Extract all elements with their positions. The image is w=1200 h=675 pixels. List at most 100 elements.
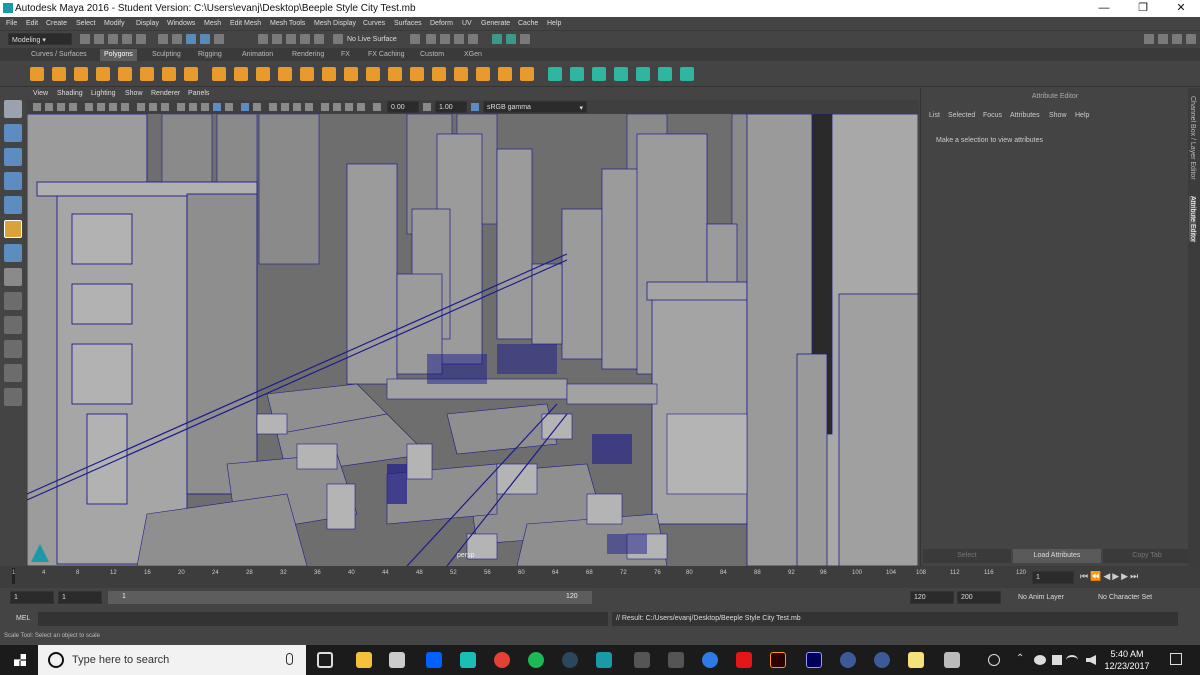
animation-end-field[interactable]: 200	[957, 591, 1001, 604]
hypershade-icon[interactable]	[492, 34, 502, 44]
playback-start-field[interactable]: 1	[58, 591, 102, 604]
maps-icon[interactable]	[702, 652, 718, 668]
panel-menu-view[interactable]: View	[33, 90, 48, 97]
channel-box-toggle-icon[interactable]	[1158, 34, 1168, 44]
panel-menu-lighting[interactable]: Lighting	[91, 90, 116, 97]
planar-uv-icon[interactable]	[548, 67, 562, 81]
shelf-tab-xgen[interactable]: XGen	[460, 49, 486, 61]
menu-mesh-display[interactable]: Mesh Display	[314, 20, 356, 27]
chrome-icon[interactable]	[494, 652, 510, 668]
combine-icon[interactable]	[212, 67, 226, 81]
poly-platonic-icon[interactable]	[184, 67, 198, 81]
onedrive-icon[interactable]	[1052, 655, 1062, 665]
minimize-button[interactable]: —	[1085, 0, 1123, 17]
camera-select-icon[interactable]	[33, 103, 41, 111]
maya-taskbar-icon[interactable]	[596, 652, 612, 668]
isolate-select-icon[interactable]	[321, 103, 329, 111]
target-weld-icon[interactable]	[432, 67, 446, 81]
time-slider[interactable]: 1 4 8 12 16 20 24 28 32 36 40 44 48 52 5…	[0, 566, 1200, 588]
cinema4d-icon[interactable]	[840, 652, 856, 668]
menu-deform[interactable]: Deform	[430, 20, 453, 27]
snap-curve-icon[interactable]	[258, 34, 268, 44]
exposure-field[interactable]: 0.00	[387, 101, 419, 113]
cut-uv-icon[interactable]	[680, 67, 694, 81]
scale-tool-icon[interactable]	[4, 220, 22, 238]
attribute-editor-tab[interactable]: Attribute Editor	[1189, 196, 1196, 243]
spherical-uv-icon[interactable]	[592, 67, 606, 81]
app-window-icon[interactable]	[944, 652, 960, 668]
ae-load-attributes-button[interactable]: Load Attributes	[1013, 549, 1101, 563]
camera-attributes-icon[interactable]	[45, 103, 53, 111]
panel-menu-show[interactable]: Show	[125, 90, 143, 97]
channel-box-tab[interactable]: Channel Box / Layer Editor	[1189, 96, 1196, 180]
construction-history-icon[interactable]	[410, 34, 420, 44]
panel-menu-shading[interactable]: Shading	[57, 90, 83, 97]
spotify-icon[interactable]	[528, 652, 544, 668]
ae-menu-list[interactable]: List	[929, 112, 940, 119]
menu-cache[interactable]: Cache	[518, 20, 538, 27]
exposure-icon[interactable]	[373, 103, 381, 111]
menu-curves[interactable]: Curves	[363, 20, 385, 27]
workspace-icon[interactable]	[1144, 34, 1154, 44]
current-frame-field[interactable]: 1	[1032, 571, 1074, 584]
gamma-field[interactable]: 1.00	[435, 101, 467, 113]
render-current-icon[interactable]	[440, 34, 450, 44]
wireframe-icon[interactable]	[177, 103, 185, 111]
lock-selection-icon[interactable]	[214, 34, 224, 44]
snap-view-icon[interactable]	[286, 34, 296, 44]
creative-cloud-icon[interactable]	[736, 652, 752, 668]
menu-create[interactable]: Create	[46, 20, 67, 27]
fill-hole-icon[interactable]	[454, 67, 468, 81]
menu-set-dropdown[interactable]: Modeling ▾	[8, 33, 72, 45]
shelf-tab-fx[interactable]: FX	[337, 49, 354, 61]
illustrator-icon[interactable]	[770, 652, 786, 668]
perspective-viewport[interactable]: persp	[27, 114, 918, 566]
menu-mesh-tools[interactable]: Mesh Tools	[270, 20, 305, 27]
panel-menu-renderer[interactable]: Renderer	[151, 90, 180, 97]
ae-select-button[interactable]: Select	[923, 549, 1011, 563]
playback-end-field[interactable]: 120	[910, 591, 954, 604]
smooth-icon[interactable]	[256, 67, 270, 81]
render-settings-icon[interactable]	[468, 34, 478, 44]
menu-file[interactable]: File	[6, 20, 17, 27]
select-hierarchy-icon[interactable]	[158, 34, 168, 44]
ae-menu-help[interactable]: Help	[1075, 112, 1089, 119]
motion-blur-icon[interactable]	[281, 103, 289, 111]
shelf-tab-sculpting[interactable]: Sculpting	[148, 49, 185, 61]
film-gate-icon[interactable]	[97, 103, 105, 111]
poly-torus-icon[interactable]	[118, 67, 132, 81]
task-view-icon[interactable]	[317, 652, 333, 668]
resolution-gate-icon[interactable]	[109, 103, 117, 111]
file-explorer-icon[interactable]	[356, 652, 372, 668]
menu-mesh[interactable]: Mesh	[204, 20, 221, 27]
magnet-icon[interactable]	[333, 34, 343, 44]
undo-icon[interactable]	[122, 34, 132, 44]
go-to-end-icon[interactable]: ⏭	[1130, 571, 1140, 581]
mirror-icon[interactable]	[300, 67, 314, 81]
cloud-icon[interactable]	[1034, 655, 1046, 665]
image-plane-icon[interactable]	[69, 103, 77, 111]
steam-icon[interactable]	[562, 652, 578, 668]
taskbar-search-box[interactable]: Type here to search	[38, 645, 306, 675]
menu-edit-mesh[interactable]: Edit Mesh	[230, 20, 261, 27]
bridge-icon[interactable]	[344, 67, 358, 81]
persp-graph-layout-icon[interactable]	[4, 340, 22, 358]
command-input[interactable]	[38, 612, 608, 626]
dropbox-icon[interactable]	[426, 652, 442, 668]
rotate-tool-icon[interactable]	[4, 196, 22, 214]
textured-icon[interactable]	[225, 103, 233, 111]
shelf-tab-rendering[interactable]: Rendering	[288, 49, 328, 61]
go-to-start-icon[interactable]: ⏮	[1080, 571, 1090, 581]
shelf-tab-animation[interactable]: Animation	[238, 49, 277, 61]
shelf-tab-rigging[interactable]: Rigging	[194, 49, 226, 61]
anti-aliasing-icon[interactable]	[293, 103, 301, 111]
use-all-lights-icon[interactable]	[241, 103, 249, 111]
poly-plane-icon[interactable]	[140, 67, 154, 81]
view-transform-dropdown[interactable]: sRGB gamma ▾	[483, 101, 587, 113]
character-set-dropdown[interactable]: No Character Set	[1098, 594, 1152, 601]
cinema4d-icon[interactable]	[874, 652, 890, 668]
save-scene-icon[interactable]	[108, 34, 118, 44]
step-back-key-icon[interactable]: ⏪	[1090, 571, 1103, 581]
start-button[interactable]	[14, 654, 26, 666]
bookmark-icon[interactable]	[57, 103, 65, 111]
